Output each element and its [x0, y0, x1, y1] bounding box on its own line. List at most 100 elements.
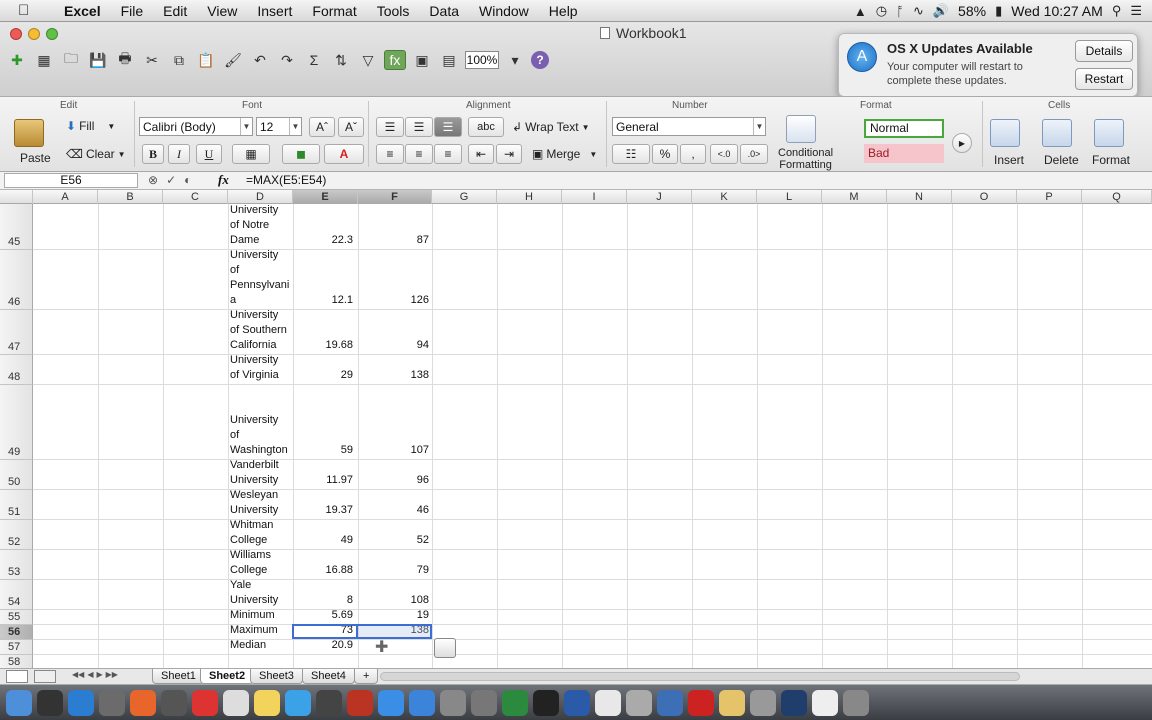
- spreadsheet-grid[interactable]: 45 University of Notre Dame 22.3 87 46 Univer…: [0, 204, 1152, 668]
- column-header-f[interactable]: F: [358, 190, 432, 204]
- align-center-button[interactable]: ≡: [405, 144, 433, 164]
- row-header[interactable]: 56: [0, 625, 33, 640]
- value-e-cell[interactable]: 12.1: [293, 293, 355, 308]
- delete-button[interactable]: Delete: [1044, 153, 1079, 167]
- drive-icon[interactable]: ▲: [854, 4, 867, 19]
- row-header[interactable]: 55: [0, 610, 33, 625]
- format-button[interactable]: Format: [1092, 153, 1130, 167]
- value-f-cell[interactable]: 107: [358, 443, 431, 458]
- script-icon[interactable]: [719, 689, 745, 716]
- active-cell-e56[interactable]: [292, 624, 358, 639]
- menu-format[interactable]: Format: [302, 0, 366, 22]
- chrome-icon[interactable]: [595, 689, 621, 716]
- align-top-button[interactable]: ☰: [376, 117, 404, 137]
- value-f-cell[interactable]: 94: [358, 338, 431, 353]
- photo-booth-icon[interactable]: [347, 689, 373, 716]
- zoom-dropdown-icon[interactable]: ▾: [504, 50, 526, 70]
- name-cell[interactable]: Maximum: [228, 623, 291, 638]
- increase-indent-button[interactable]: ⇥: [496, 144, 522, 164]
- value-e-cell[interactable]: 22.3: [293, 233, 355, 248]
- name-cell[interactable]: Minimum: [228, 608, 291, 623]
- decrease-decimal-button[interactable]: .0>: [740, 144, 768, 164]
- value-e-cell[interactable]: 49: [293, 533, 355, 548]
- bluetooth-icon[interactable]: ᚩ: [896, 4, 904, 19]
- column-header-e[interactable]: E: [293, 190, 358, 204]
- wifi-icon[interactable]: ∿: [913, 3, 924, 19]
- row-header[interactable]: 57: [0, 640, 33, 655]
- word-icon[interactable]: [564, 689, 590, 716]
- decrease-font-button[interactable]: Aˇ: [338, 117, 364, 137]
- paste-clipboard-icon[interactable]: [14, 119, 44, 147]
- first-sheet-icon[interactable]: ◀◀: [72, 670, 84, 679]
- column-header-l[interactable]: L: [757, 190, 822, 204]
- normal-view-icon[interactable]: [6, 670, 28, 683]
- filter-icon[interactable]: ▽: [357, 50, 379, 70]
- menu-file[interactable]: File: [111, 0, 154, 22]
- name-cell[interactable]: Wesleyan University: [228, 488, 291, 518]
- sort-icon[interactable]: ⇅: [330, 50, 352, 70]
- value-f-cell[interactable]: 87: [358, 233, 431, 248]
- fill-button[interactable]: ⬇ Fill ▼: [66, 119, 115, 133]
- column-header-n[interactable]: N: [887, 190, 952, 204]
- column-header-d[interactable]: D: [228, 190, 293, 204]
- orientation-button[interactable]: abc: [468, 117, 504, 137]
- format-cells-icon[interactable]: [1094, 119, 1124, 147]
- notes-icon[interactable]: [254, 689, 280, 716]
- value-e-cell[interactable]: 29: [293, 368, 355, 383]
- row-header[interactable]: 58: [0, 655, 33, 668]
- row-header[interactable]: 46: [0, 250, 33, 310]
- facetime-icon[interactable]: [316, 689, 342, 716]
- select-all-corner[interactable]: [0, 190, 33, 204]
- value-f-cell[interactable]: 79: [358, 563, 431, 578]
- excel-icon[interactable]: [502, 689, 528, 716]
- itunes-icon[interactable]: [161, 689, 187, 716]
- paste-icon[interactable]: 📋: [195, 50, 217, 70]
- help-icon[interactable]: ?: [531, 51, 549, 69]
- value-f-cell[interactable]: 46: [358, 503, 431, 518]
- row-header[interactable]: 49: [0, 385, 33, 460]
- settings-icon[interactable]: [471, 689, 497, 716]
- autosum-icon[interactable]: Σ: [303, 50, 325, 70]
- toolbox-icon[interactable]: ▤: [438, 50, 460, 70]
- increase-font-button[interactable]: Aˆ: [309, 117, 335, 137]
- insert-function-icon[interactable]: fx: [218, 172, 229, 188]
- column-header-c[interactable]: C: [163, 190, 228, 204]
- column-header-j[interactable]: J: [627, 190, 692, 204]
- details-button[interactable]: Details: [1075, 40, 1133, 62]
- row-header[interactable]: 45: [0, 204, 33, 250]
- wrap-text-button[interactable]: ↲ Wrap Text ▼: [512, 120, 590, 134]
- menu-window[interactable]: Window: [469, 0, 539, 22]
- selection-range[interactable]: [358, 624, 432, 639]
- itunes-icon[interactable]: [378, 689, 404, 716]
- value-e-cell[interactable]: 59: [293, 443, 355, 458]
- align-right-button[interactable]: ≡: [434, 144, 462, 164]
- bold-button[interactable]: B: [142, 144, 164, 164]
- column-header-a[interactable]: A: [33, 190, 98, 204]
- volume-icon[interactable]: 🔊: [933, 3, 949, 19]
- dashboard-icon[interactable]: [37, 689, 63, 716]
- textedit-icon[interactable]: [223, 689, 249, 716]
- prev-sheet-icon[interactable]: ◀: [87, 670, 93, 679]
- font-size-select[interactable]: 12 ▼: [256, 117, 302, 136]
- page-layout-view-icon[interactable]: [34, 670, 56, 683]
- clock[interactable]: Wed 10:27 AM: [1011, 3, 1103, 19]
- underline-button[interactable]: U: [196, 144, 222, 164]
- style-bad[interactable]: Bad: [864, 144, 944, 163]
- column-header-o[interactable]: O: [952, 190, 1017, 204]
- zoom-window-button[interactable]: [46, 28, 58, 40]
- value-f-cell[interactable]: 138: [358, 368, 431, 383]
- menu-help[interactable]: Help: [539, 0, 588, 22]
- row-header[interactable]: 50: [0, 460, 33, 490]
- zoom-select[interactable]: 100%: [465, 51, 499, 69]
- name-cell[interactable]: University of Virginia: [228, 353, 291, 383]
- value-f-cell[interactable]: 108: [358, 593, 431, 608]
- menu-excel[interactable]: Excel: [54, 0, 111, 22]
- value-e-cell[interactable]: 8: [293, 593, 355, 608]
- menu-insert[interactable]: Insert: [247, 0, 302, 22]
- format-painter-icon[interactable]: 🖌: [222, 50, 244, 70]
- menu-view[interactable]: View: [197, 0, 247, 22]
- clear-button[interactable]: ⌫ Clear ▼: [66, 147, 126, 161]
- number-format-select[interactable]: General ▼: [612, 117, 766, 136]
- borders-button[interactable]: ▦: [232, 144, 270, 164]
- value-f-cell[interactable]: 52: [358, 533, 431, 548]
